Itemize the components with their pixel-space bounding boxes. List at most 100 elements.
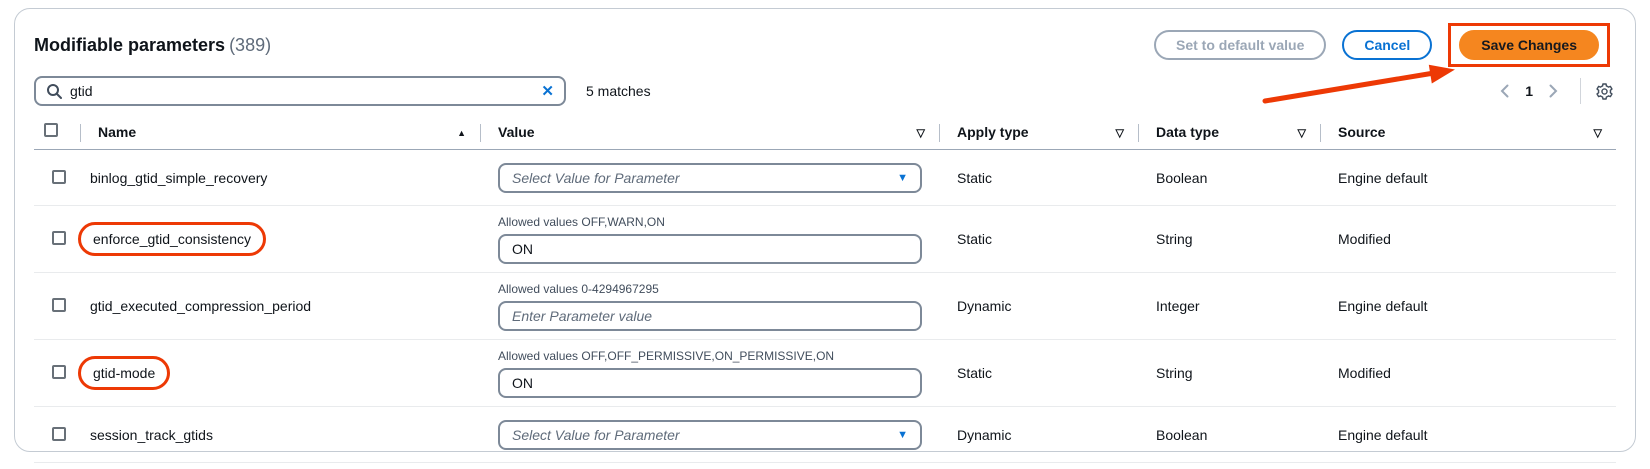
row-checkbox[interactable]	[52, 427, 66, 441]
data-type-cell: Integer	[1138, 298, 1320, 314]
parameter-value-cell: Select Value for Parameter ▼	[480, 163, 939, 193]
source-cell: Engine default	[1320, 170, 1616, 186]
search-box[interactable]: ✕	[34, 76, 566, 106]
parameter-name-cell: binlog_gtid_simple_recovery	[80, 170, 480, 186]
parameter-value-cell: Allowed values OFF,WARN,ON	[480, 215, 939, 264]
parameter-name: gtid-mode	[93, 365, 155, 381]
column-header-data-type[interactable]: Data type ▽	[1138, 117, 1320, 149]
column-label: Name	[98, 124, 136, 140]
table-row: session_track_gtids Select Value for Par…	[34, 407, 1616, 463]
allowed-values-label: Allowed values OFF,WARN,ON	[498, 215, 939, 229]
data-type-cell: String	[1138, 231, 1320, 247]
parameter-name: enforce_gtid_consistency	[93, 231, 251, 247]
row-checkbox-cell	[34, 224, 80, 254]
pagination: 1	[1490, 78, 1614, 104]
prev-page-icon[interactable]	[1490, 84, 1519, 98]
row-checkbox[interactable]	[52, 170, 66, 184]
parameter-value-cell: Select Value for Parameter ▼	[480, 420, 939, 450]
column-header-source[interactable]: Source ▽	[1320, 117, 1616, 149]
page-title: Modifiable parameters(389)	[34, 35, 271, 56]
search-input[interactable]	[70, 83, 541, 99]
set-to-default-button[interactable]: Set to default value	[1154, 30, 1326, 60]
red-circle-annotation: gtid-mode	[78, 356, 170, 390]
panel-header: Modifiable parameters(389) Set to defaul…	[34, 27, 1616, 63]
parameters-page: Modifiable parameters(389) Set to defaul…	[0, 0, 1650, 469]
clear-search-icon[interactable]: ✕	[541, 84, 554, 99]
select-placeholder: Select Value for Parameter	[512, 170, 680, 186]
select-all-checkbox[interactable]	[44, 123, 58, 137]
row-checkbox[interactable]	[52, 231, 66, 245]
parameter-name: binlog_gtid_simple_recovery	[90, 170, 267, 186]
parameters-table: Name ▲ Value ▽ Apply type ▽ Data type ▽ …	[34, 116, 1616, 463]
data-type-cell: Boolean	[1138, 170, 1320, 186]
select-placeholder: Select Value for Parameter	[512, 427, 680, 443]
chevron-down-icon: ▼	[897, 429, 908, 441]
filter-icon[interactable]: ▽	[1594, 126, 1602, 139]
table-row: gtid-mode Allowed values OFF,OFF_PERMISS…	[34, 340, 1616, 407]
column-label: Data type	[1156, 124, 1219, 140]
parameter-value-cell: Allowed values 0-4294967295	[480, 282, 939, 331]
page-title-text: Modifiable parameters	[34, 35, 225, 55]
parameter-name: gtid_executed_compression_period	[90, 298, 311, 314]
value-input[interactable]	[498, 368, 922, 398]
header-actions: Set to default value Cancel Save Changes	[1154, 23, 1610, 67]
next-page-icon[interactable]	[1539, 84, 1568, 98]
column-header-apply-type[interactable]: Apply type ▽	[939, 117, 1138, 149]
parameter-name-cell: gtid-mode	[80, 365, 480, 381]
current-page-number[interactable]: 1	[1519, 83, 1539, 99]
source-cell: Engine default	[1320, 427, 1616, 443]
match-count-label: 5 matches	[586, 83, 651, 99]
table-row: enforce_gtid_consistency Allowed values …	[34, 206, 1616, 273]
column-header-name[interactable]: Name ▲	[80, 117, 480, 149]
source-cell: Modified	[1320, 365, 1616, 381]
table-row: gtid_executed_compression_period Allowed…	[34, 273, 1616, 340]
table-header-row: Name ▲ Value ▽ Apply type ▽ Data type ▽ …	[34, 116, 1616, 150]
apply-type-cell: Static	[939, 365, 1138, 381]
parameter-name-cell: gtid_executed_compression_period	[80, 298, 480, 314]
value-select[interactable]: Select Value for Parameter ▼	[498, 420, 922, 450]
data-type-cell: String	[1138, 365, 1320, 381]
value-input[interactable]	[498, 301, 922, 331]
settings-gear-icon[interactable]	[1595, 82, 1614, 101]
value-input[interactable]	[498, 234, 922, 264]
source-cell: Engine default	[1320, 298, 1616, 314]
toolbar-divider	[1580, 78, 1581, 104]
value-select[interactable]: Select Value for Parameter ▼	[498, 163, 922, 193]
parameter-name-cell: enforce_gtid_consistency	[80, 231, 480, 247]
filter-icon[interactable]: ▽	[1298, 126, 1306, 139]
save-changes-button[interactable]: Save Changes	[1459, 30, 1599, 60]
apply-type-cell: Dynamic	[939, 427, 1138, 443]
row-checkbox[interactable]	[52, 298, 66, 312]
apply-type-cell: Static	[939, 170, 1138, 186]
filter-icon[interactable]: ▽	[1116, 126, 1124, 139]
parameter-name-cell: session_track_gtids	[80, 427, 480, 443]
row-checkbox-cell	[34, 420, 80, 450]
column-header-value[interactable]: Value ▽	[480, 117, 939, 149]
allowed-values-label: Allowed values 0-4294967295	[498, 282, 939, 296]
table-row: binlog_gtid_simple_recovery Select Value…	[34, 150, 1616, 206]
sort-ascending-icon: ▲	[457, 128, 466, 138]
parameter-value-cell: Allowed values OFF,OFF_PERMISSIVE,ON_PER…	[480, 349, 939, 398]
save-highlight-annotation: Save Changes	[1448, 23, 1610, 67]
parameter-count: (389)	[229, 35, 271, 55]
row-checkbox-cell	[34, 163, 80, 193]
column-label: Source	[1338, 124, 1385, 140]
table-toolbar: ✕ 5 matches 1	[34, 76, 1616, 106]
parameter-name: session_track_gtids	[90, 427, 213, 443]
filter-icon[interactable]: ▽	[917, 126, 925, 139]
data-type-cell: Boolean	[1138, 427, 1320, 443]
modifiable-parameters-panel: Modifiable parameters(389) Set to defaul…	[14, 8, 1636, 452]
chevron-down-icon: ▼	[897, 172, 908, 184]
cancel-button[interactable]: Cancel	[1342, 30, 1432, 60]
column-label: Value	[498, 124, 535, 140]
apply-type-cell: Static	[939, 231, 1138, 247]
header-checkbox-cell	[34, 116, 80, 149]
row-checkbox[interactable]	[52, 365, 66, 379]
source-cell: Modified	[1320, 231, 1616, 247]
apply-type-cell: Dynamic	[939, 298, 1138, 314]
allowed-values-label: Allowed values OFF,OFF_PERMISSIVE,ON_PER…	[498, 349, 939, 363]
red-circle-annotation: enforce_gtid_consistency	[78, 222, 266, 256]
row-checkbox-cell	[34, 358, 80, 388]
row-checkbox-cell	[34, 291, 80, 321]
search-icon	[46, 83, 62, 99]
